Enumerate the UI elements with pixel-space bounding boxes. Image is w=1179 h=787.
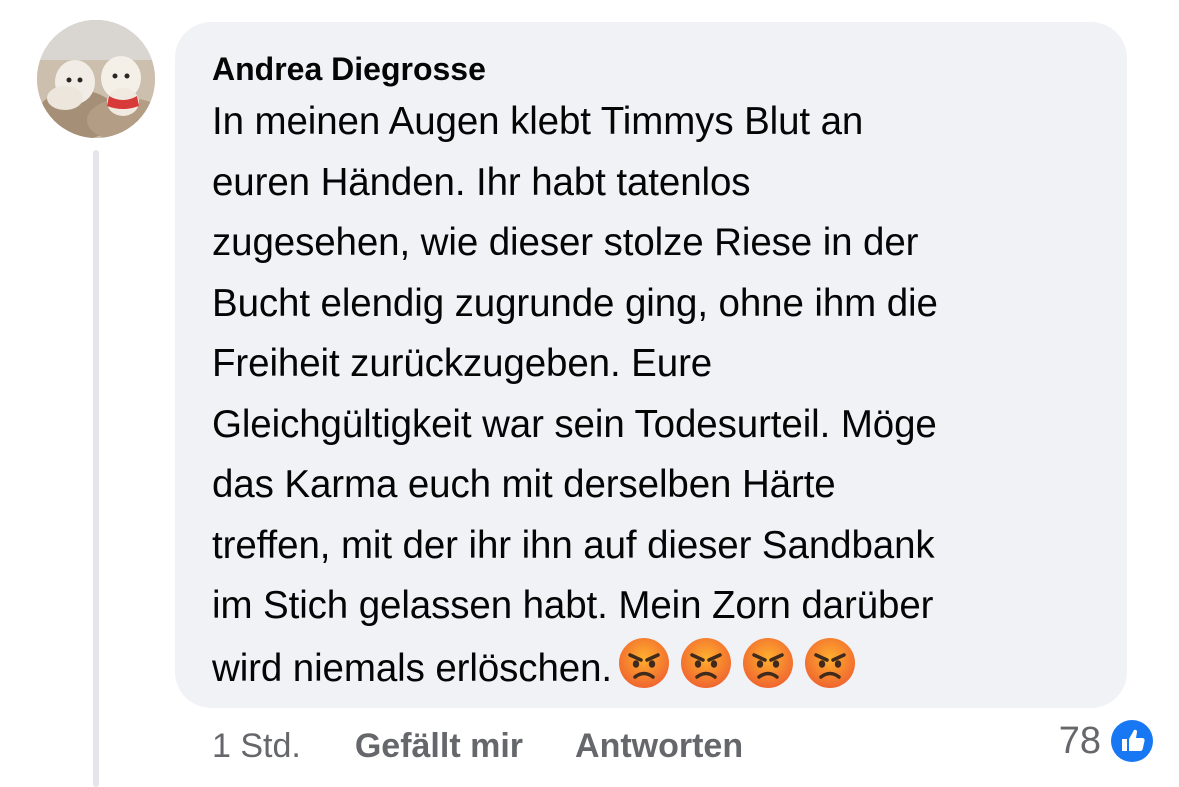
comment-actions: 1 Std. Gefällt mir Antworten [212, 722, 795, 770]
emoji-group [618, 637, 866, 708]
comment-line: In meinen Augen klebt Timmys Blut an [212, 100, 864, 143]
reply-button[interactable]: Antworten [575, 727, 743, 766]
avatar[interactable] [37, 20, 155, 138]
angry-face-icon [742, 637, 793, 688]
angry-face-icon [680, 637, 731, 688]
reaction-summary[interactable]: 78 [1059, 716, 1157, 766]
angry-face-icon [618, 637, 669, 688]
comment-line: das Karma euch mit derselben Härte [212, 463, 836, 506]
comment-line: Bucht elendig zugrunde ging, ohne ihm di… [212, 281, 938, 325]
angry-face-icon [804, 637, 855, 688]
thread-line [93, 150, 99, 787]
avatar-photo [37, 20, 155, 138]
comment-line: Gleichgültigkeit war sein Todesurteil. M… [212, 402, 937, 446]
like-button[interactable]: Gefällt mir [355, 727, 523, 766]
comment-bubble: Andrea Diegrosse In meinen Augen klebt T… [175, 22, 1127, 708]
comment-line: treffen, mit der ihr ihn auf dieser Sand… [212, 523, 935, 567]
comment-line: im Stich gelassen habt. Mein Zorn darübe… [212, 584, 934, 627]
comment-line: Freiheit zurückzugeben. Eure [212, 342, 713, 385]
timestamp[interactable]: 1 Std. [212, 727, 301, 766]
like-icon [1111, 720, 1153, 762]
comment-line-text: wird niemals erlöschen. [212, 646, 612, 690]
reaction-count: 78 [1058, 719, 1101, 762]
comment-line: zugesehen, wie dieser stolze Riese in de… [212, 221, 919, 264]
like-badge [1107, 716, 1157, 766]
comment-line: euren Händen. Ihr habt tatenlos [212, 160, 751, 204]
comment-line-last: wird niemals erlöschen. [212, 637, 1097, 708]
comment-author[interactable]: Andrea Diegrosse [212, 50, 1097, 88]
comment-text: In meinen Augen klebt Timmys Blut an eur… [212, 92, 1097, 707]
